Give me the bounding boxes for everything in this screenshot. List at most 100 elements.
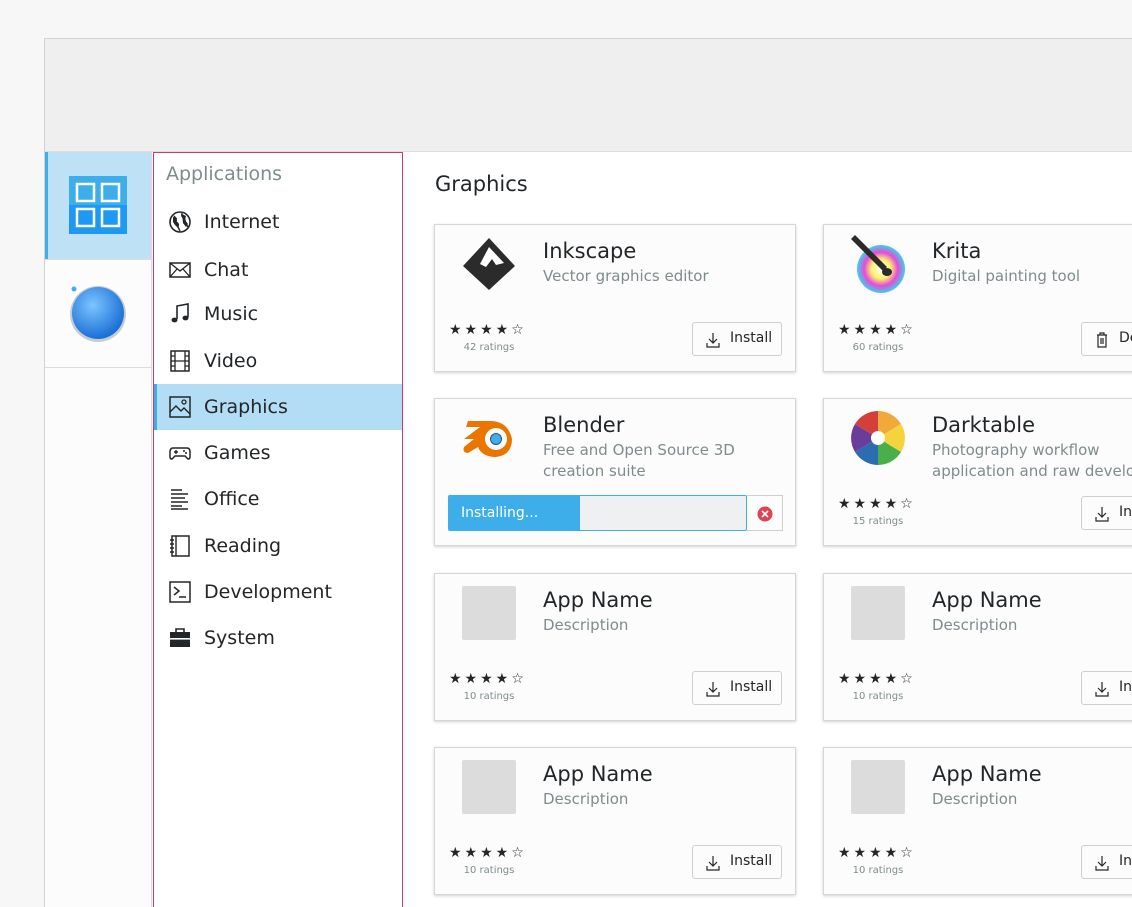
category-item-chat[interactable]: Chat	[154, 247, 402, 293]
app-name: App Name	[932, 762, 1042, 786]
app-placeholder-icon	[851, 760, 905, 814]
app-description: Free and Open Source 3D creation suite	[543, 441, 735, 480]
app-placeholder-icon	[851, 586, 905, 640]
globe-sphere-icon	[70, 286, 126, 342]
install-button-label: Ins	[1119, 504, 1132, 520]
install-button-label: Ins	[1119, 679, 1132, 695]
category-label: Internet	[204, 211, 280, 233]
install-button-label: Install	[730, 679, 773, 695]
darktable-logo-icon	[851, 411, 905, 465]
category-item-system[interactable]: System	[154, 615, 402, 661]
install-button[interactable]: Ins	[1081, 671, 1132, 705]
category-item-music[interactable]: Music	[154, 291, 402, 337]
install-button-label: Ins	[1119, 853, 1132, 869]
krita-logo-icon	[851, 235, 905, 293]
category-item-development[interactable]: Development	[154, 569, 402, 615]
gamepad-icon	[169, 447, 191, 460]
mode-bar	[45, 152, 152, 907]
app-list-view: Graphics Inkscape Vector graphics editor…	[404, 152, 1132, 907]
app-name: App Name	[543, 762, 653, 786]
category-label: System	[204, 627, 275, 649]
app-description: Vector graphics editor	[543, 267, 709, 285]
rating-stars: ★★★★☆	[838, 322, 916, 338]
download-icon	[706, 856, 720, 871]
app-name: App Name	[932, 588, 1042, 612]
rating-stars: ★★★★☆	[838, 496, 916, 512]
app-description: Description	[932, 616, 1018, 634]
app-card-krita[interactable]: Krita Digital painting tool ★★★★☆ 60 rat…	[823, 224, 1132, 372]
rating-stars: ★★★★☆	[449, 845, 527, 861]
category-label: Games	[204, 442, 271, 464]
app-card-placeholder[interactable]: App Name Description ★★★★☆ 10 ratings In…	[823, 747, 1132, 895]
install-button[interactable]: Ins	[1081, 845, 1132, 879]
app-placeholder-icon	[462, 586, 516, 640]
category-item-games[interactable]: Games	[154, 430, 402, 476]
install-button[interactable]: Install	[692, 671, 782, 705]
rating-count: 60 ratings	[852, 342, 904, 353]
mode-updates[interactable]	[45, 260, 151, 368]
category-item-reading[interactable]: Reading	[154, 523, 402, 569]
delete-button[interactable]: De	[1081, 322, 1132, 356]
download-icon	[1095, 507, 1109, 522]
install-button[interactable]: Install	[692, 322, 782, 356]
rating-count: 10 ratings	[852, 691, 904, 702]
install-progress-bar: Installing...	[448, 495, 747, 531]
app-description: Photography workflow application and raw…	[932, 441, 1132, 480]
app-card-placeholder[interactable]: App Name Description ★★★★☆ 10 ratings In…	[823, 573, 1132, 721]
text-lines-icon	[171, 489, 188, 510]
rating-count: 10 ratings	[463, 865, 515, 876]
category-item-video[interactable]: Video	[154, 338, 402, 384]
trash-icon	[1097, 332, 1107, 348]
app-name: Blender	[543, 413, 625, 437]
app-description: Digital painting tool	[932, 267, 1081, 285]
install-button[interactable]: Ins	[1081, 496, 1132, 530]
title-bar	[45, 39, 1132, 152]
cancel-icon	[757, 506, 773, 522]
install-button[interactable]: Install	[692, 845, 782, 879]
terminal-icon	[169, 581, 191, 603]
category-label: Graphics	[204, 396, 288, 418]
page-title: Graphics	[435, 172, 528, 196]
progress-label: Installing...	[461, 505, 539, 521]
app-description: Description	[543, 616, 629, 634]
category-label: Music	[204, 303, 259, 325]
rating-count: 15 ratings	[852, 516, 904, 527]
rating-stars: ★★★★☆	[449, 322, 527, 338]
app-card-placeholder[interactable]: App Name Description ★★★★☆ 10 ratings In…	[434, 573, 796, 721]
toolbox-icon	[170, 628, 190, 647]
delete-button-label: De	[1119, 330, 1132, 346]
category-item-office[interactable]: Office	[154, 476, 402, 522]
app-card-inkscape[interactable]: Inkscape Vector graphics editor ★★★★☆ 42…	[434, 224, 796, 372]
category-label: Chat	[204, 259, 249, 281]
rating-count: 10 ratings	[463, 691, 515, 702]
rating-stars: ★★★★☆	[838, 845, 916, 861]
blender-logo-icon	[463, 421, 512, 457]
app-description: Description	[543, 790, 629, 808]
category-sidebar: Applications Internet Chat Music Video G…	[153, 152, 403, 907]
inkscape-logo-icon	[463, 238, 515, 290]
cancel-install-button[interactable]	[747, 495, 783, 531]
category-item-graphics[interactable]: Graphics	[154, 384, 402, 430]
sidebar-heading: Applications	[166, 163, 283, 185]
category-item-internet[interactable]: Internet	[154, 199, 402, 245]
app-card-blender[interactable]: Blender Free and Open Source 3D creation…	[434, 398, 796, 546]
app-card-placeholder[interactable]: App Name Description ★★★★☆ 10 ratings In…	[434, 747, 796, 895]
category-label: Development	[204, 581, 332, 603]
rating-stars: ★★★★☆	[449, 671, 527, 687]
rating-stars: ★★★★☆	[838, 671, 916, 687]
app-name: Darktable	[932, 413, 1036, 437]
download-icon	[706, 682, 720, 697]
rating-count: 42 ratings	[463, 342, 515, 353]
download-icon	[1095, 856, 1109, 871]
category-label: Office	[204, 488, 260, 510]
install-button-label: Install	[730, 330, 773, 346]
install-button-label: Install	[730, 853, 773, 869]
app-name: Krita	[932, 239, 982, 263]
download-icon	[706, 333, 720, 348]
app-card-darktable[interactable]: Darktable Photography workflow applicati…	[823, 398, 1132, 546]
envelope-icon	[169, 262, 191, 278]
notebook-icon	[170, 535, 190, 557]
app-placeholder-icon	[462, 760, 516, 814]
mode-applications[interactable]	[45, 152, 151, 260]
film-icon	[170, 350, 190, 372]
